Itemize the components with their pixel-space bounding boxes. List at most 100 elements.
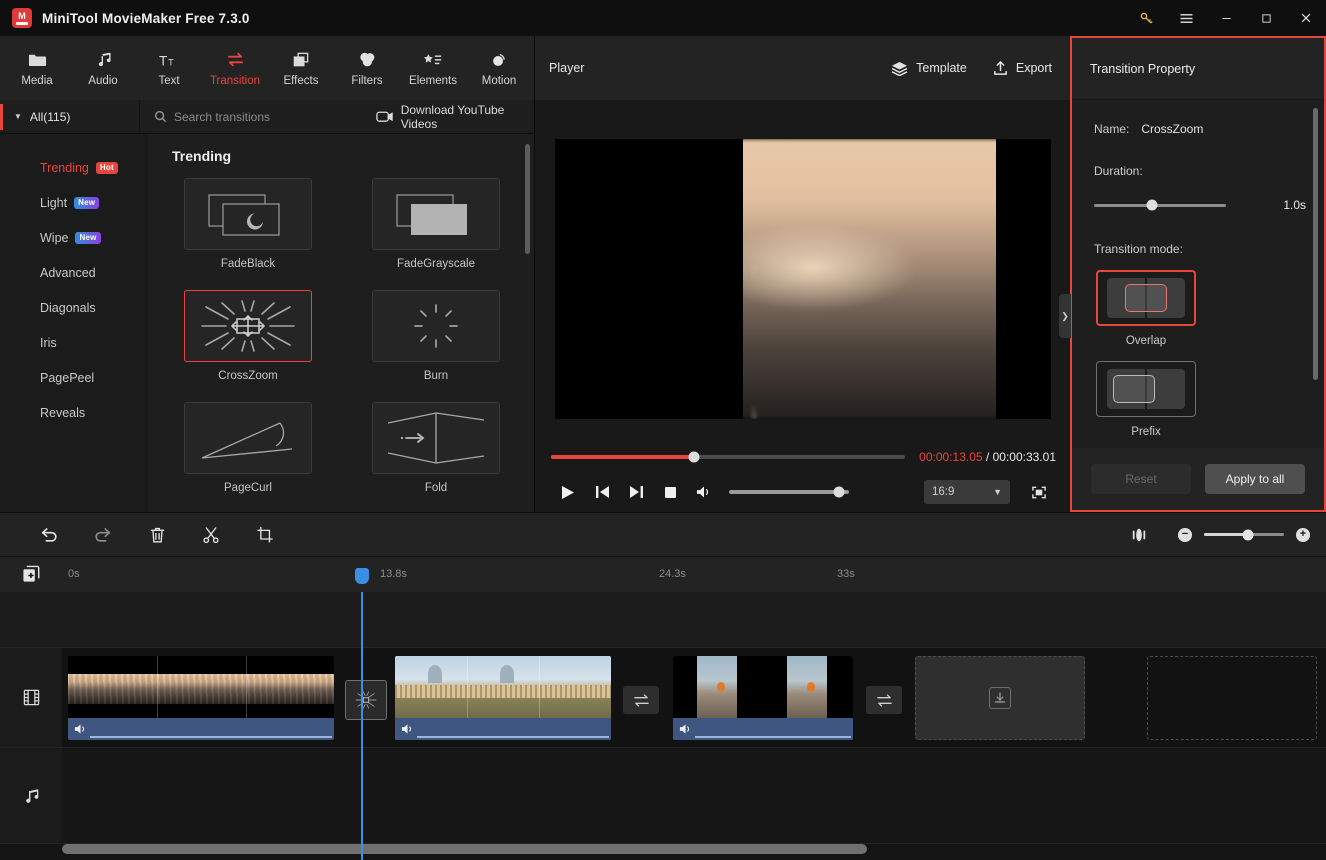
page-curl-icon[interactable] [184, 402, 312, 474]
split-button[interactable] [184, 513, 238, 557]
clip-audio-strip[interactable] [673, 718, 853, 740]
stop-button[interactable] [653, 475, 687, 509]
category-item-iris[interactable]: Iris [0, 325, 148, 360]
transition-card-fadegrayscale[interactable]: FadeGrayscale [360, 178, 512, 284]
fullscreen-button[interactable] [1022, 475, 1056, 509]
category-item-pagepeel[interactable]: PagePeel [0, 360, 148, 395]
minimize-icon[interactable] [1206, 0, 1246, 36]
delete-button[interactable] [130, 513, 184, 557]
crop-button[interactable] [238, 513, 292, 557]
track-body-top[interactable] [62, 592, 1326, 647]
volume-handle[interactable] [833, 486, 845, 498]
next-frame-button[interactable] [619, 475, 653, 509]
overlap-mode-icon[interactable] [1096, 270, 1196, 326]
dropzone-add-media[interactable] [915, 656, 1085, 740]
seek-handle[interactable] [688, 451, 700, 463]
previous-frame-button[interactable] [585, 475, 619, 509]
clip-railway[interactable] [68, 656, 334, 740]
playhead-handle[interactable] [355, 568, 369, 584]
search-input[interactable] [173, 109, 374, 124]
redo-button[interactable] [76, 513, 130, 557]
nav-item-motion[interactable]: Motion [466, 38, 532, 98]
speaker-icon[interactable] [679, 723, 693, 735]
property-scrollbar[interactable] [1313, 108, 1318, 380]
aspect-ratio-select[interactable]: 16:9 ▼ [924, 480, 1010, 504]
zoom-in-button[interactable]: + [1296, 527, 1310, 542]
transition-card-burn[interactable]: Burn [360, 290, 512, 396]
transition-mode-overlap[interactable]: Overlap [1094, 270, 1198, 347]
play-button[interactable] [551, 475, 585, 509]
clip-audio-strip[interactable] [395, 718, 611, 740]
zoom-out-button[interactable]: − [1178, 527, 1192, 542]
duration-slider[interactable] [1094, 199, 1226, 211]
ruler-tick: 33s [837, 568, 855, 580]
close-icon[interactable] [1286, 0, 1326, 36]
track-body-video[interactable] [62, 648, 1326, 747]
seek-bar[interactable] [551, 451, 906, 463]
fade-grayscale-icon[interactable] [372, 178, 500, 250]
transition-card-crosszoom[interactable]: CrossZoom [172, 290, 324, 396]
nav-item-transition[interactable]: Transition [202, 38, 268, 98]
svg-text:T: T [159, 53, 168, 68]
nav-item-audio[interactable]: Audio [70, 38, 136, 98]
volume-slider[interactable] [729, 486, 849, 498]
export-button[interactable]: Export [993, 60, 1052, 76]
clip-balloon[interactable] [673, 656, 853, 740]
speaker-icon[interactable] [74, 723, 88, 735]
category-item-wipe[interactable]: Wipe New [0, 220, 148, 255]
clip-city[interactable] [395, 656, 611, 740]
category-item-diagonals[interactable]: Diagonals [0, 290, 148, 325]
transition-slot-3[interactable] [866, 686, 902, 714]
nav-item-text[interactable]: TT Text [136, 38, 202, 98]
nav-item-elements[interactable]: Elements [400, 38, 466, 98]
burn-icon[interactable] [372, 290, 500, 362]
zoom-handle[interactable] [1242, 529, 1254, 540]
category-item-trending[interactable]: Trending Hot [0, 150, 148, 185]
category-item-reveals[interactable]: Reveals [0, 395, 148, 430]
speaker-icon[interactable] [401, 723, 415, 735]
key-icon[interactable] [1126, 0, 1166, 36]
name-value: CrossZoom [1141, 122, 1204, 136]
fit-timeline-button[interactable] [1112, 513, 1166, 557]
add-media-icon[interactable] [0, 557, 62, 592]
menu-icon[interactable] [1166, 0, 1206, 36]
undo-button[interactable] [22, 513, 76, 557]
nav-item-filters[interactable]: Filters [334, 38, 400, 98]
transition-card-fadeblack[interactable]: FadeBlack [172, 178, 324, 284]
cross-zoom-icon[interactable] [184, 290, 312, 362]
reset-button[interactable]: Reset [1091, 464, 1191, 494]
transition-card-fold[interactable]: Fold [360, 402, 512, 508]
ruler-track[interactable]: 0s 13.8s 24.3s 33s [62, 557, 1326, 592]
track-body-audio[interactable] [62, 748, 1326, 843]
duration-handle[interactable] [1146, 199, 1158, 211]
download-youtube-button[interactable]: Download YouTube Videos [376, 103, 534, 131]
fade-black-icon[interactable] [184, 178, 312, 250]
prefix-highlight-box [1113, 375, 1155, 403]
transition-mode-prefix[interactable]: Prefix [1094, 361, 1198, 438]
category-item-light[interactable]: Light New [0, 185, 148, 220]
collapse-right-panel-handle[interactable]: ❯ [1059, 294, 1071, 338]
nav-item-effects[interactable]: Effects [268, 38, 334, 98]
search-box[interactable] [140, 109, 376, 124]
category-item-advanced[interactable]: Advanced [0, 255, 148, 290]
apply-to-all-button[interactable]: Apply to all [1205, 464, 1305, 494]
volume-button[interactable] [687, 475, 721, 509]
timeline-horizontal-scrollbar[interactable] [62, 844, 867, 854]
zoom-slider[interactable] [1204, 529, 1284, 540]
transition-applied-crosszoom[interactable] [345, 680, 387, 720]
track-head-audio[interactable] [0, 748, 62, 843]
template-button[interactable]: Template [891, 61, 967, 76]
fold-icon[interactable] [372, 402, 500, 474]
playhead[interactable] [355, 568, 369, 860]
transitions-scrollbar[interactable] [525, 144, 530, 254]
prefix-mode-icon[interactable] [1096, 361, 1196, 417]
maximize-icon[interactable] [1246, 0, 1286, 36]
clip-audio-strip[interactable] [68, 718, 334, 740]
nav-item-media[interactable]: Media [4, 38, 70, 98]
track-head-video[interactable] [0, 648, 62, 747]
dropzone-empty[interactable] [1147, 656, 1317, 740]
video-preview[interactable] [554, 139, 1051, 419]
transition-card-pagecurl[interactable]: PageCurl [172, 402, 324, 508]
category-all-dropdown[interactable]: ▼ All(115) [0, 99, 140, 134]
transition-slot-2[interactable] [623, 686, 659, 714]
